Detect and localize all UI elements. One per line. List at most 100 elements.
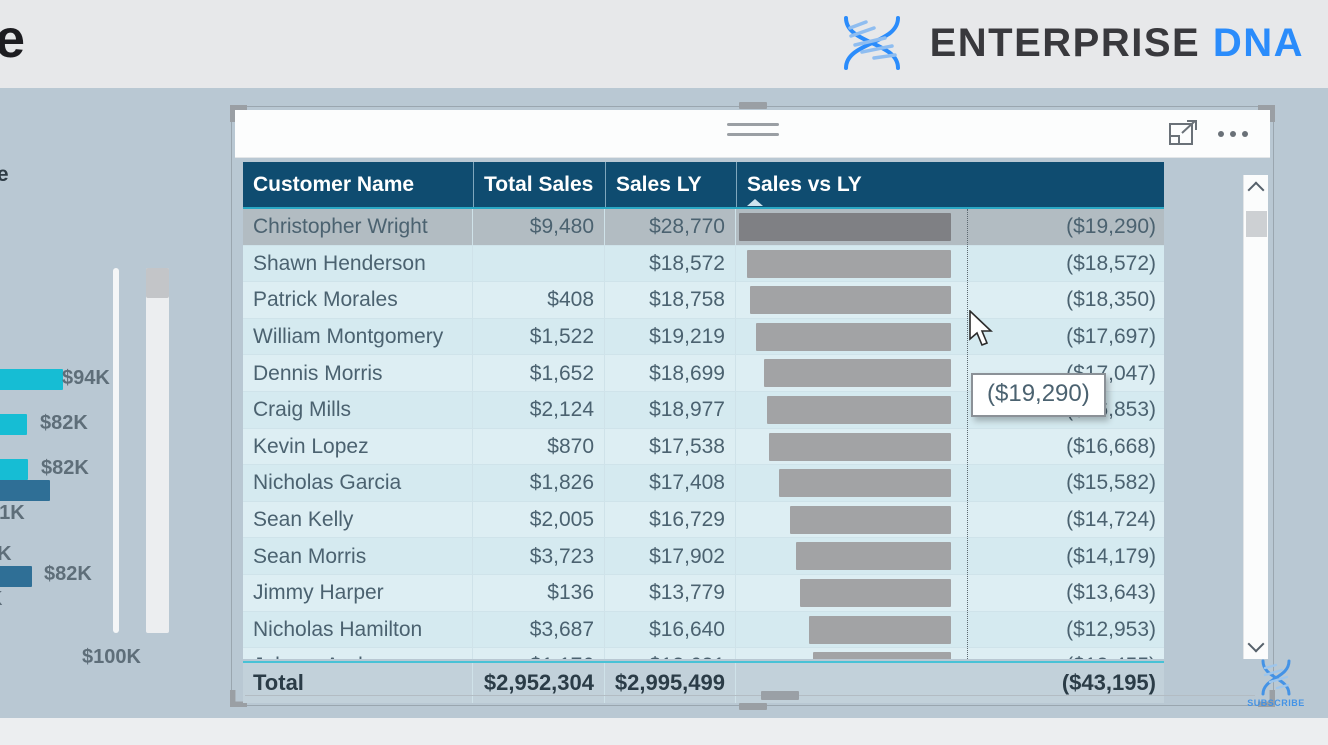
cell-total-sales: $1,176 — [473, 648, 605, 659]
table-visual[interactable]: Customer Name Total Sales Sales LY Sales… — [230, 102, 1275, 710]
cell-sales-vs-ly-value: ($18,572) — [1066, 251, 1156, 275]
cell-sales-vs-ly: ($19,290) — [736, 209, 1164, 246]
scroll-thumb[interactable] — [1246, 211, 1267, 237]
table-row[interactable]: Sean Kelly $2,005 $16,729 ($14,724) — [243, 501, 1164, 539]
focus-mode-icon[interactable] — [1168, 119, 1198, 149]
cell-sales-vs-ly-value: ($14,724) — [1066, 508, 1156, 532]
cell-sales-ly: $13,631 — [605, 648, 736, 659]
cell-sales-vs-ly-value: ($12,953) — [1066, 617, 1156, 641]
table-row[interactable]: Nicholas Garcia $1,826 $17,408 ($15,582) — [243, 465, 1164, 502]
subscribe-label: SUBSCRIBE — [1247, 698, 1305, 708]
left-chart-bar[interactable] — [0, 480, 50, 501]
cell-customer-name: William Montgomery — [243, 318, 473, 356]
zero-reference-line — [967, 209, 968, 659]
left-chart-label: $82K — [44, 563, 92, 585]
cell-total-sales: $2,124 — [473, 391, 605, 429]
data-bar — [747, 249, 951, 278]
cell-sales-ly: $16,640 — [605, 611, 736, 649]
cell-customer-name: Craig Mills — [243, 391, 473, 429]
cell-sales-ly: $18,758 — [605, 282, 736, 319]
hscroll-thumb[interactable] — [761, 691, 799, 700]
cell-sales-vs-ly-value: ($13,643) — [1066, 581, 1156, 605]
hscroll-track — [245, 695, 1255, 696]
table-row[interactable]: Sean Morris $3,723 $17,902 ($14,179) — [243, 538, 1164, 575]
table-row[interactable]: Nicholas Hamilton $3,687 $16,640 ($12,953) — [243, 611, 1164, 649]
left-chart-label: $82K — [40, 412, 88, 434]
table-row[interactable]: Christopher Wright $9,480 $28,770 ($19,290) — [243, 209, 1164, 246]
table-body[interactable]: Christopher Wright $9,480 $28,770 ($19,290)… — [243, 209, 1164, 659]
cell-sales-ly: $17,538 — [605, 428, 736, 466]
cell-sales-vs-ly: ($15,582) — [736, 465, 1164, 502]
data-bar — [808, 615, 951, 644]
top-banner: ce ENTERPRISE DNA — [0, 0, 1328, 88]
column-header-customer-name[interactable]: Customer Name — [243, 162, 473, 207]
left-chart-bar[interactable] — [0, 566, 32, 587]
data-bar — [800, 578, 951, 607]
cell-sales-ly: $17,408 — [605, 465, 736, 502]
subscribe-watermark[interactable]: SUBSCRIBE — [1240, 646, 1312, 708]
left-chart-visual[interactable]: ne $94K $82K $82K 71K 7K $82K K $100K — [0, 88, 228, 718]
left-chart-scroll-thumb[interactable] — [146, 268, 169, 298]
cell-total-sales: $2,005 — [473, 501, 605, 539]
table-horizontal-scrollbar[interactable] — [245, 691, 1255, 700]
cell-customer-name: Jimmy Harper — [243, 574, 473, 612]
screen: ce ENTERPRISE DNA — [0, 0, 1328, 745]
cell-total-sales: $1,652 — [473, 355, 605, 392]
brand-dna: DNA — [1212, 20, 1304, 65]
left-chart-scrollbar[interactable] — [146, 268, 169, 633]
brand-enterprise: ENTERPRISE — [929, 20, 1201, 65]
more-options-icon[interactable] — [1218, 130, 1248, 137]
cell-sales-vs-ly: ($12,455) — [736, 648, 1164, 659]
cell-sales-vs-ly: ($16,668) — [736, 429, 1164, 466]
column-header-total-sales[interactable]: Total Sales — [473, 162, 605, 207]
cell-total-sales: $1,522 — [473, 318, 605, 356]
cell-customer-name: Nicholas Garcia — [243, 465, 473, 502]
table-row[interactable]: Jimmy Harper $136 $13,779 ($13,643) — [243, 574, 1164, 612]
cell-sales-ly: $18,572 — [605, 245, 736, 283]
cell-sales-vs-ly-value: ($12,455) — [1066, 654, 1156, 659]
sort-ascending-icon — [747, 199, 763, 206]
left-chart-label: $82K — [41, 457, 89, 479]
cell-total-sales: $870 — [473, 428, 605, 466]
left-chart-label: 7K — [0, 543, 12, 565]
table-row[interactable]: Johnny Andrews$1,176$13,631 ($12,455) — [243, 648, 1164, 659]
cell-sales-ly: $16,729 — [605, 501, 736, 539]
column-header-sales-ly[interactable]: Sales LY — [605, 162, 736, 207]
left-chart-label: 71K — [0, 502, 25, 524]
table-row[interactable]: Patrick Morales $408 $18,758 ($18,350) — [243, 282, 1164, 319]
cell-sales-vs-ly: ($14,179) — [736, 538, 1164, 575]
data-bar — [749, 286, 951, 315]
left-chart-label: K — [0, 588, 2, 611]
cell-customer-name: Sean Kelly — [243, 501, 473, 539]
column-header-sales-vs-ly[interactable]: Sales vs LY — [736, 162, 1164, 207]
table-row[interactable]: William Montgomery $1,522 $19,219 ($17,697) — [243, 318, 1164, 356]
cell-sales-vs-ly: ($12,953) — [736, 612, 1164, 649]
cell-total-sales: $1,826 — [473, 465, 605, 502]
left-chart-bar[interactable] — [0, 459, 28, 480]
drag-handle-icon[interactable] — [726, 123, 779, 143]
data-bar — [755, 322, 951, 351]
left-chart-bar[interactable] — [0, 414, 27, 435]
resize-handle-top-middle[interactable] — [738, 102, 767, 109]
cell-sales-vs-ly: ($14,724) — [736, 502, 1164, 539]
table-row[interactable]: Kevin Lopez $870 $17,538 ($16,668) — [243, 428, 1164, 466]
cell-sales-ly: $13,779 — [605, 574, 736, 612]
table-vertical-scrollbar[interactable] — [1243, 175, 1268, 659]
left-chart-bar[interactable] — [0, 369, 63, 390]
table-row[interactable]: Shawn Henderson $18,572 ($18,572) — [243, 245, 1164, 283]
report-canvas: ne $94K $82K $82K 71K 7K $82K K $100K — [0, 88, 1328, 718]
data-bar — [764, 359, 951, 388]
cell-sales-vs-ly-value: ($16,668) — [1066, 434, 1156, 458]
cell-customer-name: Shawn Henderson — [243, 245, 473, 283]
cell-sales-ly: $19,219 — [605, 318, 736, 356]
left-chart-scroll-track[interactable] — [113, 268, 119, 633]
data-bar — [789, 505, 951, 534]
resize-handle-bottom-middle[interactable] — [738, 703, 767, 710]
cell-total-sales: $3,723 — [473, 538, 605, 575]
scroll-up-button[interactable] — [1244, 175, 1268, 201]
cell-sales-vs-ly-value: ($14,179) — [1066, 544, 1156, 568]
left-chart-axis-label: $100K — [82, 646, 141, 668]
data-bar — [813, 652, 951, 659]
mouse-cursor — [969, 310, 993, 347]
chevron-up-icon — [1247, 181, 1265, 199]
